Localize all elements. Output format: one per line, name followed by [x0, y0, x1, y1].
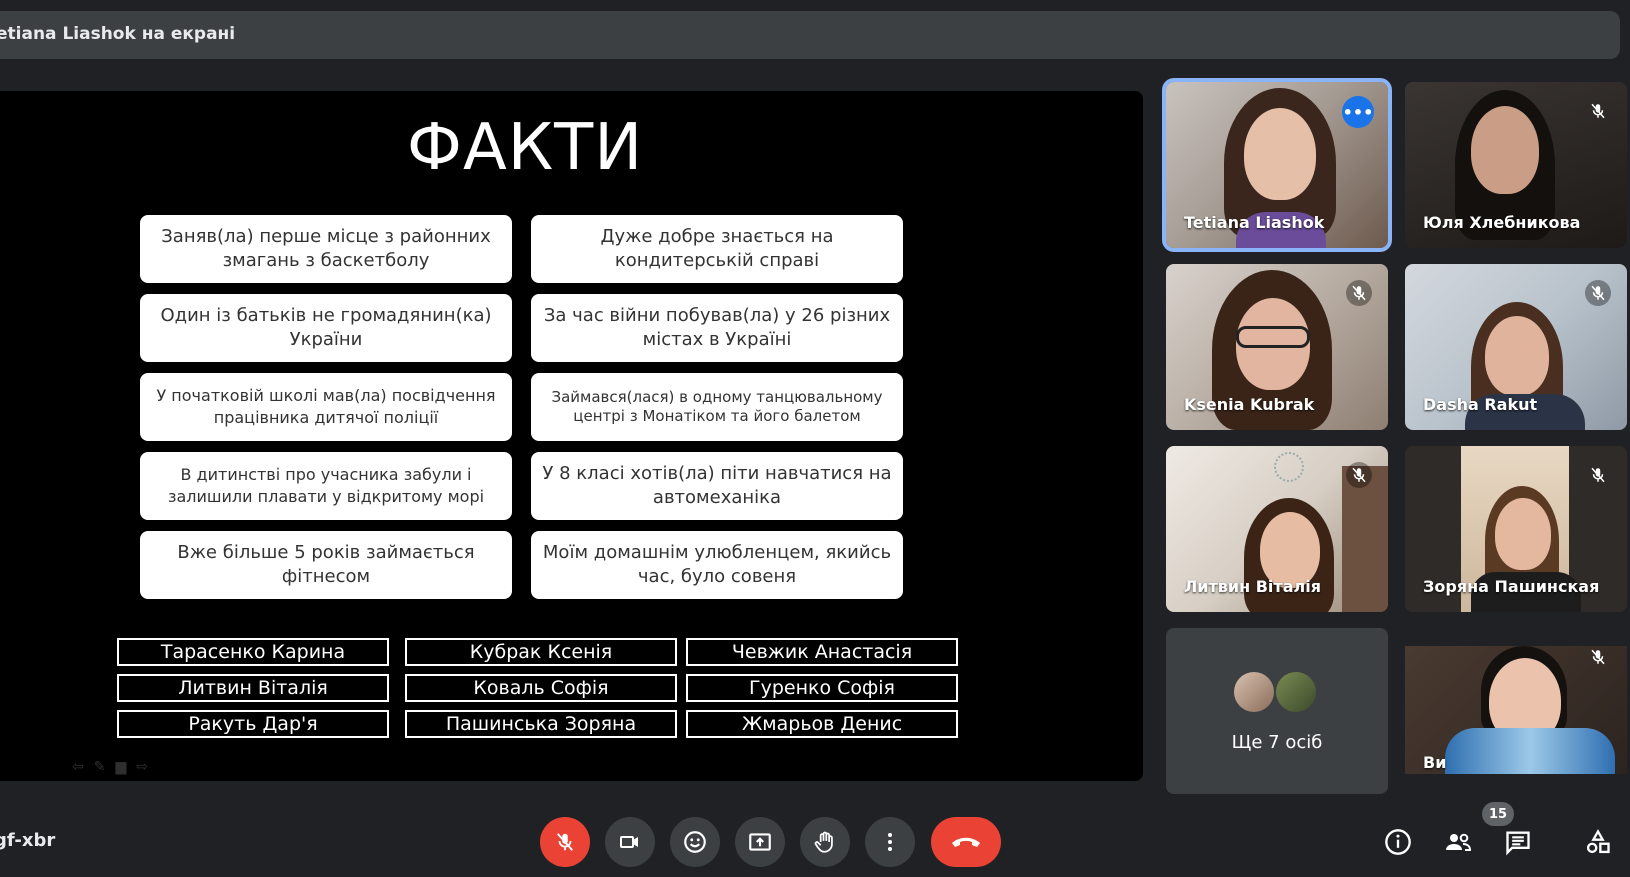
end-call-icon — [952, 837, 980, 847]
participant-name: Ksenia Kubrak — [1184, 395, 1315, 414]
slide-title: ФАКТИ — [406, 111, 644, 185]
fact-card: Вже більше 5 років займається фітнесом — [140, 531, 512, 599]
fact-card: У 8 класі хотів(ла) піти навчатися на ав… — [531, 452, 903, 520]
participant-tile-ksenia[interactable]: Ksenia Kubrak — [1166, 264, 1388, 430]
people-button[interactable] — [1442, 826, 1474, 858]
participant-tile-tetiana[interactable]: ••• Tetiana Liashok — [1166, 82, 1388, 248]
fact-card: Дуже добре знається на кондитерській спр… — [531, 215, 903, 283]
raise-hand-button[interactable] — [800, 817, 850, 867]
shared-slide: ФАКТИ Заняв(ла) перше місце з районних з… — [0, 91, 1143, 781]
fact-card: За час війни побував(ла) у 26 різних міс… — [531, 294, 903, 362]
meeting-info-button[interactable] — [1382, 826, 1414, 858]
name-box: Литвин Віталія — [117, 674, 389, 702]
name-box: Гуренко Софія — [686, 674, 958, 702]
mic-off-icon — [1585, 462, 1611, 488]
mic-off-icon — [1585, 98, 1611, 124]
name-box: Коваль Софія — [405, 674, 677, 702]
activities-icon — [1586, 829, 1610, 854]
slide-pen-icon[interactable]: ✎ — [94, 759, 106, 775]
slide-menu-icon[interactable]: ▆ — [115, 759, 126, 775]
end-call-button[interactable] — [931, 817, 1001, 867]
participant-name: Ви — [1423, 753, 1447, 772]
mic-off-icon — [1346, 462, 1372, 488]
hand-raise-icon — [814, 831, 833, 853]
fact-card: Займався(лася) в одному танцювальному це… — [531, 373, 903, 441]
chat-icon — [1506, 831, 1530, 856]
name-box: Кубрак Ксенія — [405, 638, 677, 666]
participant-name: Юля Хлебникова — [1423, 213, 1581, 232]
participant-tile-yulia[interactable]: Юля Хлебникова — [1405, 82, 1627, 248]
people-icon — [1446, 833, 1472, 851]
more-participants-label: Ще 7 осіб — [1231, 732, 1323, 753]
info-icon — [1385, 829, 1411, 855]
slide-controls: ⇦ ✎ ▆ ⇨ — [72, 759, 148, 775]
chat-button[interactable] — [1502, 826, 1534, 858]
mic-toggle-button[interactable] — [540, 817, 590, 867]
participant-name: Dasha Rakut — [1423, 395, 1538, 414]
activities-button[interactable] — [1582, 826, 1614, 858]
name-box: Пашинська Зоряна — [405, 710, 677, 738]
fact-card: Моїм домашнім улюбленцем, якийсь час, бу… — [531, 531, 903, 599]
participant-avatar — [1234, 672, 1274, 712]
name-box: Ракуть Дар'я — [117, 710, 389, 738]
meeting-code: gf-xbr — [0, 830, 56, 851]
participant-tile-vitalia[interactable]: Литвин Віталія — [1166, 446, 1388, 612]
participant-tile-self[interactable]: Ви — [1405, 628, 1627, 794]
slide-next-icon[interactable]: ⇨ — [136, 759, 148, 775]
participant-name: Tetiana Liashok — [1184, 213, 1325, 232]
fact-card: Один із батьків не громадянин(ка) Україн… — [140, 294, 512, 362]
more-options-button[interactable] — [865, 817, 915, 867]
name-box: Жмарьов Денис — [686, 710, 958, 738]
more-options-icon — [888, 833, 892, 851]
camera-icon — [620, 836, 638, 848]
name-box: Тарасенко Карина — [117, 638, 389, 666]
participant-tile-zoryana[interactable]: Зоряна Пашинская — [1405, 446, 1627, 612]
emoji-button[interactable] — [670, 817, 720, 867]
fact-card: Заняв(ла) перше місце з районних змагань… — [140, 215, 512, 283]
participant-count-badge: 15 — [1482, 802, 1514, 826]
mic-off-icon — [556, 833, 574, 851]
more-participants-tile[interactable]: Ще 7 осіб — [1166, 628, 1388, 794]
name-box: Чевжик Анастасія — [686, 638, 958, 666]
participant-tile-dasha[interactable]: Dasha Rakut — [1405, 264, 1627, 430]
participant-avatar — [1276, 672, 1316, 712]
camera-toggle-button[interactable] — [605, 817, 655, 867]
present-icon — [749, 833, 771, 851]
participant-name: Зоряна Пашинская — [1423, 577, 1600, 596]
mic-off-icon — [1585, 644, 1611, 670]
emoji-icon — [684, 831, 706, 853]
more-options-icon[interactable]: ••• — [1342, 96, 1374, 128]
fact-card: В дитинстві про учасника забули і залиши… — [140, 452, 512, 520]
slide-prev-icon[interactable]: ⇦ — [72, 759, 84, 775]
mic-off-icon — [1346, 280, 1372, 306]
fact-card: У початковій школі мав(ла) посвідчення п… — [140, 373, 512, 441]
present-button[interactable] — [735, 817, 785, 867]
mic-off-icon — [1585, 280, 1611, 306]
presenting-banner: etiana Liashok на екрані — [0, 11, 1620, 59]
participant-name: Литвин Віталія — [1184, 577, 1321, 596]
presenting-text: etiana Liashok на екрані — [0, 24, 236, 44]
